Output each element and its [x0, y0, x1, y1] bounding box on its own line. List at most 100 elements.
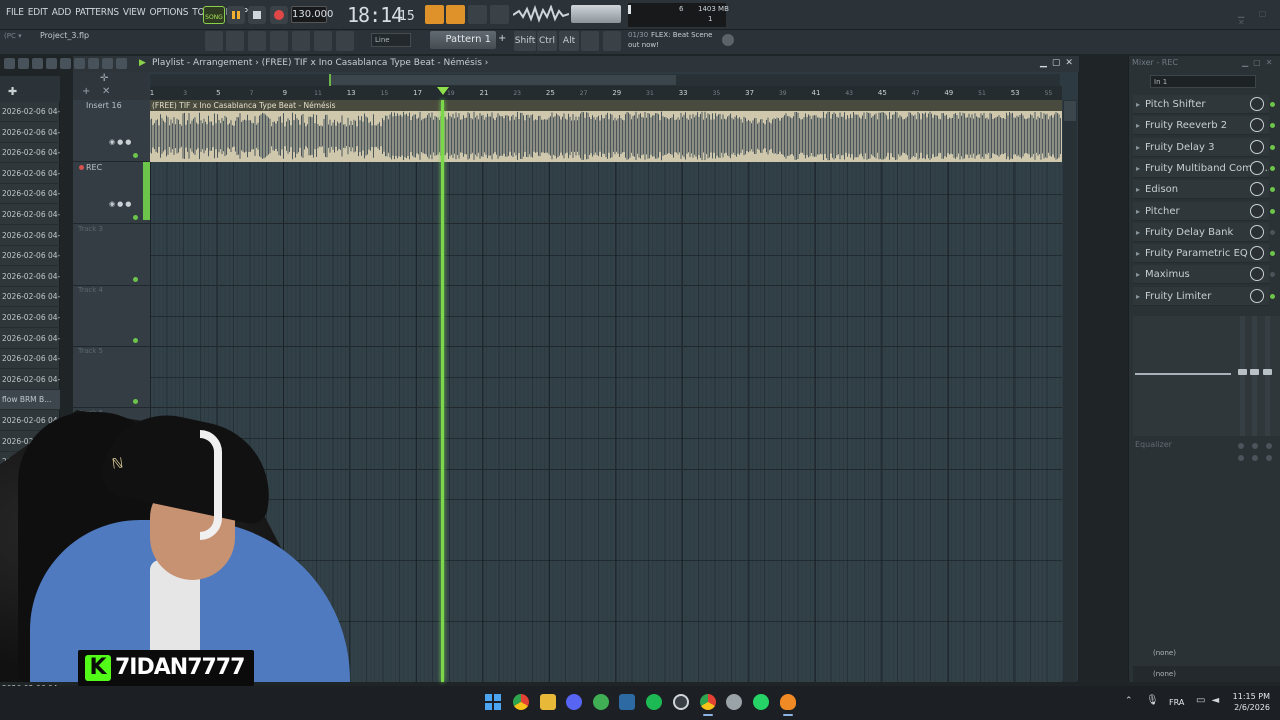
arrow-right-icon[interactable] [314, 31, 332, 51]
clock-date[interactable]: 2/6/2026 [1232, 703, 1270, 712]
mixer-input-selector[interactable]: In 1 [1150, 75, 1256, 88]
browser-item[interactable]: 2026-02-06 04-... [0, 370, 60, 390]
tempo-display[interactable]: 130.000 [291, 6, 333, 23]
plugin-picker-icon[interactable] [292, 31, 310, 51]
browser-item[interactable]: 2026-02-06 04-... [0, 205, 60, 225]
clock-time[interactable]: 11:15 PM [1232, 692, 1270, 701]
paint-tool-icon[interactable] [18, 58, 29, 69]
delete-tool-icon[interactable] [32, 58, 43, 69]
play-pause-button[interactable] [227, 6, 245, 24]
effect-mix-knob[interactable] [1250, 203, 1264, 218]
track-mute-led[interactable] [133, 215, 138, 220]
wait-for-input-icon[interactable] [468, 5, 487, 24]
news-subtitle[interactable]: out now! [628, 41, 659, 49]
track-name[interactable]: Track 4 [78, 286, 103, 294]
tray-overflow-icon[interactable]: ⌃ [1125, 696, 1133, 706]
store-icon[interactable] [603, 31, 621, 51]
track-controls[interactable]: ◉●● [109, 138, 133, 146]
menu-item-patterns[interactable]: PATTERNS [73, 7, 121, 18]
effect-enable-led[interactable] [1270, 165, 1275, 171]
playlist-arrow-icon[interactable]: ▶ [139, 58, 146, 68]
browser-item[interactable]: 2026-02-06 04-... [0, 226, 60, 246]
zoom-tool-icon[interactable] [102, 58, 113, 69]
browser-item[interactable]: 2026-02-06 04-... [0, 246, 60, 267]
playlist-window-controls[interactable]: ▁▢✕ [1040, 58, 1078, 68]
blend-notes-icon[interactable] [425, 5, 444, 24]
playhead[interactable] [441, 100, 445, 682]
track-mute-led[interactable] [133, 153, 138, 158]
record-arm-led[interactable] [79, 165, 84, 170]
draw-tool-icon[interactable] [4, 58, 15, 69]
remove-track-icon[interactable]: ✕ [102, 86, 110, 97]
slice-tool-icon[interactable] [74, 58, 85, 69]
eq-knob[interactable] [1238, 443, 1244, 449]
menu-item-view[interactable]: VIEW [121, 7, 148, 18]
browser-item[interactable]: 2026-02-06 04-... [0, 287, 60, 308]
eq-knob[interactable] [1252, 443, 1258, 449]
mixer-output-2[interactable]: (none) [1133, 666, 1280, 682]
steam-icon[interactable] [619, 694, 635, 710]
effect-slot[interactable]: Fruity Reeverb 2 [1133, 116, 1269, 136]
menu-item-file[interactable]: FILE [4, 7, 26, 18]
shift-key-button[interactable]: Shift [514, 31, 536, 51]
chrome-profile-icon[interactable] [700, 694, 716, 710]
effect-slot[interactable]: Fruity Delay Bank [1133, 222, 1269, 242]
snap-selector[interactable]: Line [371, 33, 411, 47]
browser-item[interactable]: 2026-02-06 04-... [0, 143, 60, 164]
chrome-icon[interactable] [513, 694, 529, 710]
tray-network-volume-icons[interactable]: ▭◄ [1196, 695, 1225, 706]
input-language[interactable]: FRA [1169, 698, 1184, 707]
effect-enable-led[interactable] [1270, 208, 1275, 214]
browser-item[interactable]: 2026-02-06 04-... [0, 329, 60, 349]
effect-enable-led[interactable] [1270, 102, 1275, 107]
pattern-selector[interactable]: Pattern 1 [430, 31, 496, 49]
fader-cap[interactable] [1250, 369, 1259, 375]
fl-studio-icon[interactable] [780, 694, 796, 710]
mixer-output-1[interactable]: (none) [1133, 645, 1280, 661]
playhead-marker[interactable] [437, 87, 450, 95]
news-title[interactable]: FLEX: Beat Scene [651, 31, 712, 39]
track-name[interactable]: Track 5 [78, 347, 103, 355]
obs-icon[interactable] [673, 694, 689, 710]
slip-tool-icon[interactable] [60, 58, 71, 69]
mute-tool-icon[interactable] [46, 58, 57, 69]
add-track-icon[interactable]: + [82, 86, 90, 97]
track-name[interactable]: REC [86, 163, 102, 172]
mixer-view-icon[interactable] [270, 31, 288, 51]
browser-item[interactable]: 2026-02-06 04-... [0, 102, 60, 122]
news-icon[interactable] [722, 34, 734, 46]
settings-icon[interactable] [726, 694, 742, 710]
metronome-icon[interactable] [446, 5, 465, 24]
effect-mix-knob[interactable] [1250, 288, 1264, 303]
stop-button[interactable] [248, 6, 266, 24]
fader-track[interactable] [1252, 316, 1257, 436]
track-controls[interactable]: ◉●● [109, 200, 133, 208]
effect-enable-led[interactable] [1270, 144, 1275, 150]
track-mute-led[interactable] [133, 277, 138, 282]
xbox-icon[interactable] [593, 694, 609, 710]
eq-knob[interactable] [1266, 455, 1272, 461]
effect-slot[interactable]: Maximus [1133, 265, 1269, 285]
browser-item[interactable]: 2026-02-06 04-... [0, 184, 60, 205]
track-mute-led[interactable] [133, 399, 138, 404]
effect-enable-led[interactable] [1270, 229, 1275, 235]
eq-knob[interactable] [1252, 455, 1258, 461]
song-mode-button[interactable]: SONG [203, 6, 225, 24]
windows-start-icon[interactable] [485, 694, 501, 710]
effect-slot[interactable]: Fruity Delay 3 [1133, 137, 1269, 157]
browser-item[interactable]: flow BRM B... [0, 390, 60, 411]
effect-slot[interactable]: Fruity Multiband Compr... [1133, 158, 1269, 178]
effect-mix-knob[interactable] [1250, 97, 1264, 111]
spotify-icon[interactable] [646, 694, 662, 710]
add-pattern-button[interactable]: + [498, 33, 506, 44]
eq-knob[interactable] [1238, 455, 1244, 461]
fader-cap[interactable] [1238, 369, 1247, 375]
typing-keyboard-icon[interactable] [581, 31, 599, 51]
browser-item[interactable]: 2026-02-06 04-... [0, 164, 60, 184]
step-edit-icon[interactable] [490, 5, 509, 24]
microphone-icon[interactable] [336, 31, 354, 51]
effect-slot[interactable]: Edison [1133, 180, 1269, 200]
whatsapp-icon[interactable] [753, 694, 769, 710]
channel-rack-view-icon[interactable] [248, 31, 266, 51]
fader-track[interactable] [1240, 316, 1245, 436]
